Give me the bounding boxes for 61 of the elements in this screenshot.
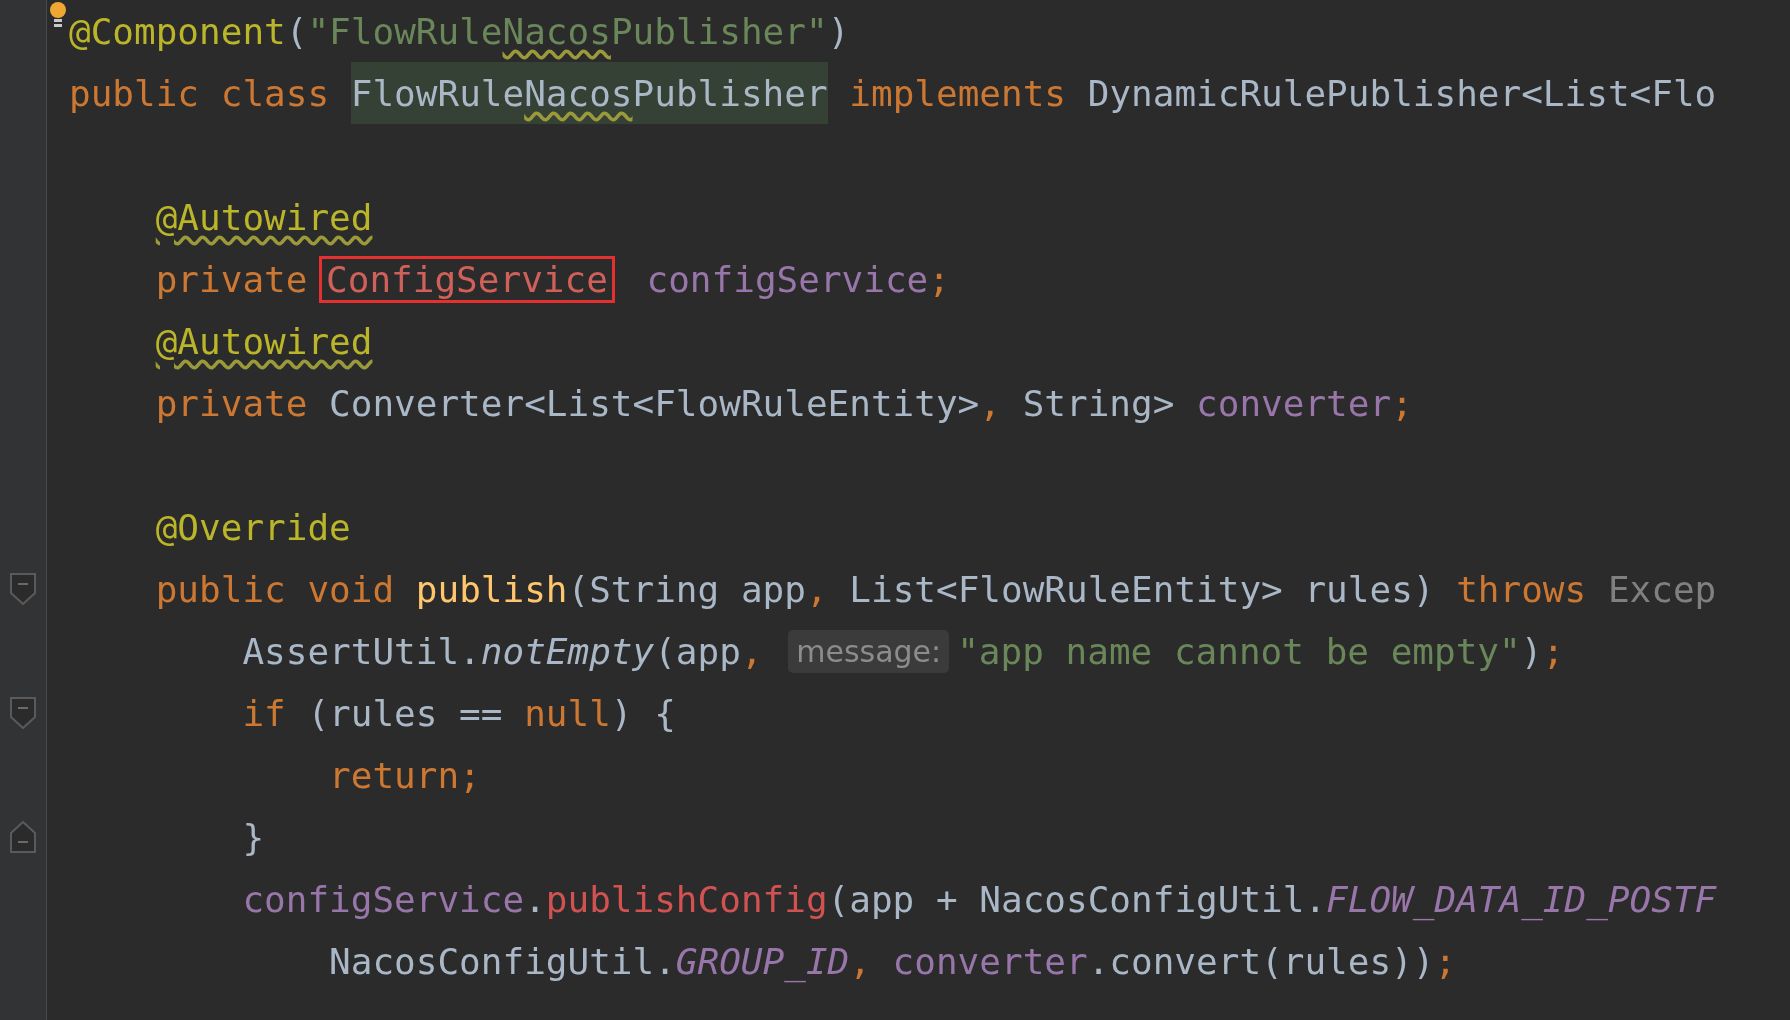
string-literal: Nacos [502,10,611,52]
code-text: String> [1022,382,1176,424]
string-literal: "app name cannot be empty" [957,630,1521,672]
code-text: ) { [610,692,676,734]
code-keyword: ; [1391,382,1413,424]
boxed-type-name: ConfigService [319,255,615,303]
field-name: converter [1196,382,1392,424]
method-call: publishConfig [545,878,828,920]
code-keyword: ; [1434,940,1457,982]
code-keyword: , [849,940,872,982]
code-keyword: , [805,568,829,610]
code-keyword: null [524,692,611,734]
code-text: . [524,878,546,920]
code-text: ) [1520,630,1543,672]
code-keyword: public class [69,72,331,114]
code-text: Converter<List<FlowRuleEntity> [329,382,980,424]
string-literal: Publisher" [610,10,828,52]
code-text: } [242,816,265,858]
code-text: List<FlowRuleEntity> rules) [849,568,1436,610]
code-text: AssertUtil. [242,630,481,672]
code-keyword: if [242,692,287,734]
code-keyword: , [740,630,764,672]
code-keyword: private [155,382,309,424]
code-keyword: ; [928,258,950,300]
code-text: Excep [1607,568,1717,610]
code-keyword: return; [329,754,481,796]
code-text: ( [285,10,308,52]
constant-name: FLOW_DATA_ID_POSTF [1326,878,1717,920]
code-text: NacosConfigUtil. [329,940,676,982]
code-keyword: private [155,258,309,300]
lightbulb-icon[interactable] [49,2,67,28]
code-annotation: @Override [155,506,351,548]
code-annotation: @Component [69,10,286,52]
constant-name: GROUP_ID [675,940,850,982]
code-text: (String app [567,568,806,610]
code-text: (rules == [307,692,504,734]
code-keyword: throws [1456,568,1588,610]
code-keyword: , [979,382,1002,424]
parameter-hint: message: [788,629,950,673]
code-text: (app + NacosConfigUtil. [827,878,1327,920]
string-literal: "FlowRule [307,10,503,52]
code-keyword: ; [1542,630,1565,672]
field-name: configService [242,878,525,920]
unfold-icon[interactable] [10,821,36,853]
field-name: configService [645,258,929,300]
field-name: converter [892,940,1088,982]
code-keyword: public void [155,568,396,610]
code-text: (app [654,630,741,672]
code-annotation: @Autowired [155,320,373,362]
code-text: notEmpty [480,630,655,672]
code-text: Publisher [632,62,828,124]
code-text: FlowRule [350,62,525,124]
code-keyword: implements [848,72,1068,114]
code-text: Nacos [524,62,633,124]
method-name: publish [415,568,568,610]
fold-icon[interactable] [10,697,36,729]
code-text: DynamicRulePublisher<List<Flo [1087,72,1717,114]
fold-icon[interactable] [10,573,36,605]
code-annotation: @Autowired [155,196,373,238]
code-text: ) [827,10,850,52]
code-text: .convert(rules)) [1087,940,1435,982]
